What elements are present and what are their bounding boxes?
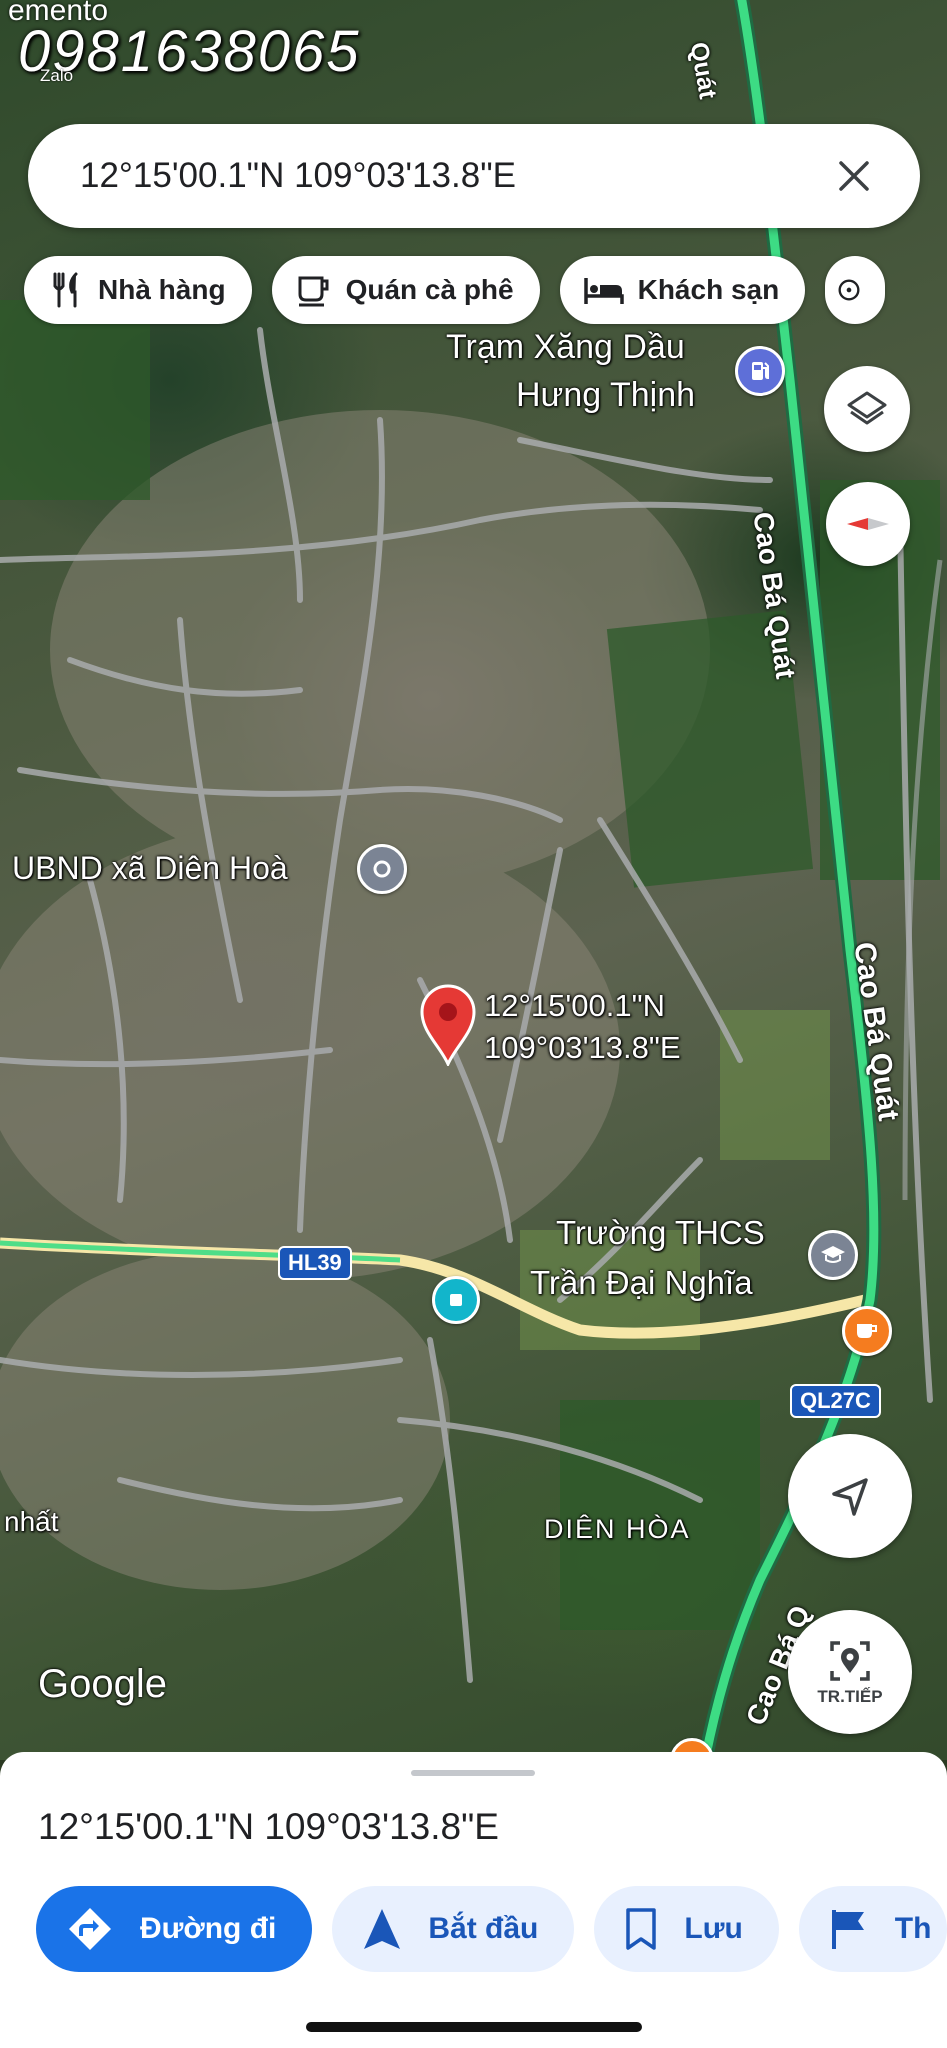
directions-button[interactable]: Đường đi <box>36 1886 313 1972</box>
chip-restaurants[interactable]: Nhà hàng <box>24 256 252 324</box>
school-label-line1: Trường THCS <box>556 1214 765 1251</box>
dropped-pin[interactable] <box>418 984 478 1071</box>
fork-knife-icon <box>53 272 78 308</box>
gas-station-label-line2: Hưng Thịnh <box>516 376 696 414</box>
navigation-arrow-icon <box>364 1909 401 1949</box>
start-label: Bắt đầu <box>428 1912 539 1945</box>
gas-station-label-line1: Trạm Xăng Dầu <box>446 328 685 366</box>
sheet-drag-handle[interactable] <box>411 1770 535 1776</box>
google-logo: Google <box>38 1662 167 1706</box>
map-view[interactable]: emento 0981638065 Zalo Quát 12°15'00.1"N… <box>0 0 947 1760</box>
label-button-text: Th <box>894 1912 932 1945</box>
attractions-icon <box>838 279 860 301</box>
cafe-pin[interactable] <box>842 1306 892 1356</box>
school-pin[interactable] <box>808 1230 858 1280</box>
road-shield-ql27c: QL27C <box>790 1384 881 1418</box>
layers-icon <box>847 391 887 425</box>
pin-coordinates: 12°15'00.1"N 109°03'13.8"E <box>484 985 681 1069</box>
place-title: 12°15'00.1"N 109°03'13.8"E <box>38 1806 499 1847</box>
compass-icon <box>847 518 889 530</box>
search-query[interactable]: 12°15'00.1"N 109°03'13.8"E <box>80 156 824 196</box>
chip-more[interactable] <box>825 256 886 324</box>
live-view-button[interactable]: TR.TIẾP <box>788 1610 912 1734</box>
red-pin-icon <box>420 984 476 1068</box>
chip-label: Khách sạn <box>637 274 780 305</box>
place-pin-icon <box>373 860 391 878</box>
directions-label: Đường đi <box>140 1912 277 1945</box>
partial-place-label: nhất <box>4 1506 59 1537</box>
action-buttons: Đường đi Bắt đầu Lưu Th <box>36 1886 947 1972</box>
directions-icon <box>69 1908 111 1950</box>
save-button[interactable]: Lưu <box>594 1886 779 1972</box>
layers-button[interactable] <box>824 366 910 452</box>
live-view-label: TR.TIẾP <box>817 1687 883 1706</box>
compass-button[interactable] <box>826 482 910 566</box>
school-label-line2: Trần Đại Nghĩa <box>530 1264 753 1301</box>
bus-stop-icon <box>450 1294 462 1306</box>
road-shield-hl39: HL39 <box>278 1246 352 1280</box>
coffee-cup-icon <box>298 276 329 307</box>
gas-pump-icon <box>752 362 769 380</box>
transit-stop-pin[interactable] <box>432 1276 480 1324</box>
pin-latitude: 12°15'00.1"N <box>484 988 666 1023</box>
flag-icon <box>831 1910 864 1949</box>
live-view-icon <box>830 1641 870 1681</box>
chip-hotels[interactable]: Khách sạn <box>559 256 806 324</box>
commune-office-label: UBND xã Diên Hoà <box>12 850 288 886</box>
graduation-cap-icon <box>821 1246 845 1263</box>
place-bottom-sheet[interactable]: 12°15'00.1"N 109°03'13.8"E Đường đi Bắt … <box>0 1752 947 2048</box>
my-location-button[interactable] <box>788 1434 912 1558</box>
close-icon[interactable] <box>824 146 884 206</box>
start-button[interactable]: Bắt đầu <box>332 1886 575 1972</box>
category-chips: Nhà hàng Quán cà phê Khách sạn <box>24 256 886 324</box>
search-bar[interactable]: 12°15'00.1"N 109°03'13.8"E <box>28 124 920 228</box>
area-label: DIÊN HÒA <box>544 1514 691 1544</box>
zalo-text: Zalo <box>40 66 74 85</box>
chip-label: Nhà hàng <box>98 274 226 305</box>
bed-icon <box>583 278 624 304</box>
gas-station-pin[interactable] <box>735 346 785 396</box>
home-indicator[interactable] <box>306 2022 642 2032</box>
coffee-cup-icon <box>857 1324 877 1338</box>
pin-longitude: 109°03'13.8"E <box>484 1030 681 1065</box>
save-label: Lưu <box>684 1912 743 1945</box>
chip-coffee[interactable]: Quán cà phê <box>271 256 540 324</box>
label-button[interactable]: Th <box>798 1886 947 1972</box>
chip-label: Quán cà phê <box>345 274 514 305</box>
commune-office-pin[interactable] <box>357 844 407 894</box>
bookmark-icon <box>626 1908 657 1950</box>
navigation-arrow-icon <box>832 1478 868 1516</box>
